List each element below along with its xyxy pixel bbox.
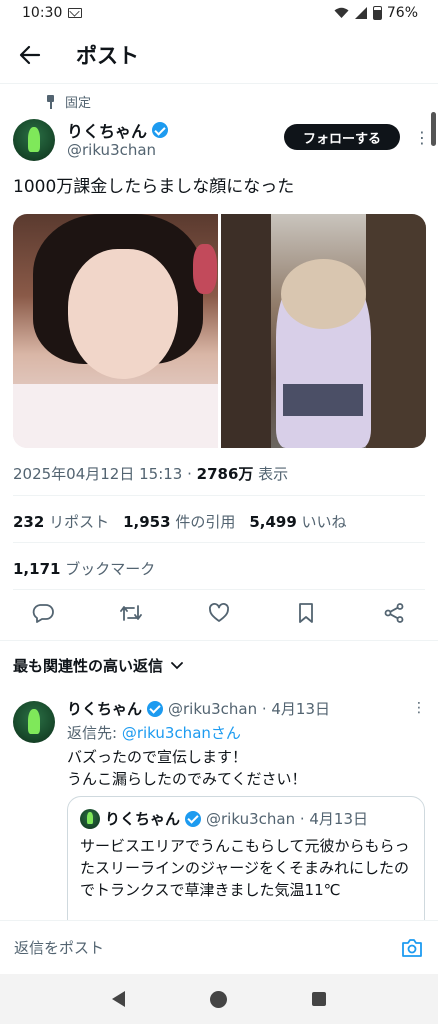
quoted-tweet[interactable]: りくちゃん @riku3chan · 4月13日 サービスエリアでうんこもらして… — [67, 796, 425, 936]
repost-button[interactable] — [118, 600, 144, 626]
like-stat[interactable]: 5,499 いいね — [249, 511, 346, 532]
wifi-icon — [334, 7, 349, 18]
verified-badge-icon — [185, 810, 202, 827]
author-handle[interactable]: @riku3chan — [67, 141, 156, 159]
scrollbar-thumb[interactable] — [431, 112, 436, 146]
divider — [13, 495, 425, 496]
signal-icon — [354, 7, 367, 19]
back-button[interactable] — [0, 26, 60, 84]
tweet-media — [13, 214, 426, 448]
reply-text: バズったので宣伝します！ うんこ漏らしたのでみてください！ — [67, 748, 307, 788]
quote-stat[interactable]: 1,953 件の引用 — [123, 511, 235, 532]
display-name[interactable]: りくちゃん — [67, 118, 147, 142]
status-time: 10:30 — [22, 5, 63, 21]
sort-label: 最も関連性の高い返信 — [13, 657, 164, 675]
quote-text: サービスエリアでうんこもらして元彼からもらったスリーラインのジャージをくそまみれ… — [80, 837, 410, 899]
like-button[interactable] — [206, 600, 232, 626]
comment-icon — [32, 604, 54, 623]
reply-to-handle-link[interactable]: @riku3chanさん — [122, 724, 241, 742]
reply-avatar[interactable] — [13, 701, 55, 743]
arrow-left-icon — [19, 45, 41, 64]
repost-icon — [120, 605, 142, 621]
bookmark-stat[interactable]: 1,171 ブックマーク — [13, 558, 155, 579]
verified-badge-icon — [152, 122, 169, 138]
tweet-actions — [0, 600, 438, 630]
tweet-stats: 232 リポスト 1,953 件の引用 5,499 いいね — [13, 511, 347, 532]
chevron-down-icon — [171, 661, 183, 669]
top-app-bar: ポスト — [0, 26, 438, 84]
compose-placeholder[interactable]: 返信をポスト — [14, 937, 400, 958]
reply-handle-date[interactable]: @riku3chan · 4月13日 — [168, 698, 330, 719]
divider — [0, 640, 438, 641]
battery-level: 76% — [386, 5, 418, 21]
view-label: 表示 — [253, 465, 289, 483]
divider — [13, 589, 425, 590]
repost-stat[interactable]: 232 リポスト — [13, 511, 109, 532]
share-button[interactable] — [381, 600, 407, 626]
share-icon — [384, 603, 404, 623]
divider — [13, 542, 425, 543]
more-options-icon[interactable]: ⋮ — [414, 128, 430, 147]
avatar[interactable] — [13, 119, 55, 161]
tweet-meta: 2025年04月12日 15:13 · 2786万 表示 — [13, 465, 289, 483]
pinned-text: 固定 — [65, 96, 92, 111]
tweet-photo[interactable] — [13, 214, 218, 448]
follow-button[interactable]: フォローする — [284, 124, 400, 150]
reply-button[interactable] — [30, 600, 56, 626]
status-bar: 10:30 76% — [0, 0, 438, 26]
pinned-label: 固定 — [46, 92, 91, 111]
quote-header: りくちゃん @riku3chan · 4月13日 — [80, 808, 368, 829]
reply-display-name[interactable]: りくちゃん — [67, 698, 142, 719]
verified-badge-icon — [147, 700, 164, 717]
replies-sort-dropdown[interactable]: 最も関連性の高い返信 — [13, 655, 183, 676]
quote-avatar — [80, 808, 100, 829]
quote-display-name: りくちゃん — [105, 810, 181, 828]
nav-recents-icon[interactable] — [311, 992, 326, 1006]
bookmark-button[interactable] — [293, 600, 319, 626]
tweet-photo[interactable] — [221, 214, 426, 448]
reply-header[interactable]: りくちゃん @riku3chan · 4月13日 — [67, 698, 330, 719]
camera-icon[interactable] — [400, 936, 424, 960]
author-name-row[interactable]: りくちゃん — [67, 118, 169, 142]
reply-compose-bar[interactable]: 返信をポスト — [0, 920, 438, 974]
reply-to-line: 返信先: @riku3chanさん — [67, 724, 241, 742]
mail-notification-icon — [68, 8, 83, 18]
battery-icon — [372, 6, 382, 20]
nav-home-icon[interactable] — [209, 990, 227, 1008]
nav-back-icon[interactable] — [112, 991, 126, 1007]
quote-handle-date: @riku3chan · 4月13日 — [206, 810, 369, 828]
bookmark-icon — [299, 603, 313, 623]
page-title: ポスト — [76, 43, 139, 68]
heart-icon — [209, 603, 229, 622]
pin-icon — [46, 94, 55, 109]
view-count: 2786万 — [196, 465, 254, 483]
system-nav-bar — [0, 974, 438, 1024]
tweet-text: 1000万課金したらましな顔になった — [13, 177, 295, 197]
reply-more-options-icon[interactable]: ⋮ — [412, 700, 426, 716]
tweet-timestamp[interactable]: 2025年04月12日 15:13 — [13, 465, 182, 483]
